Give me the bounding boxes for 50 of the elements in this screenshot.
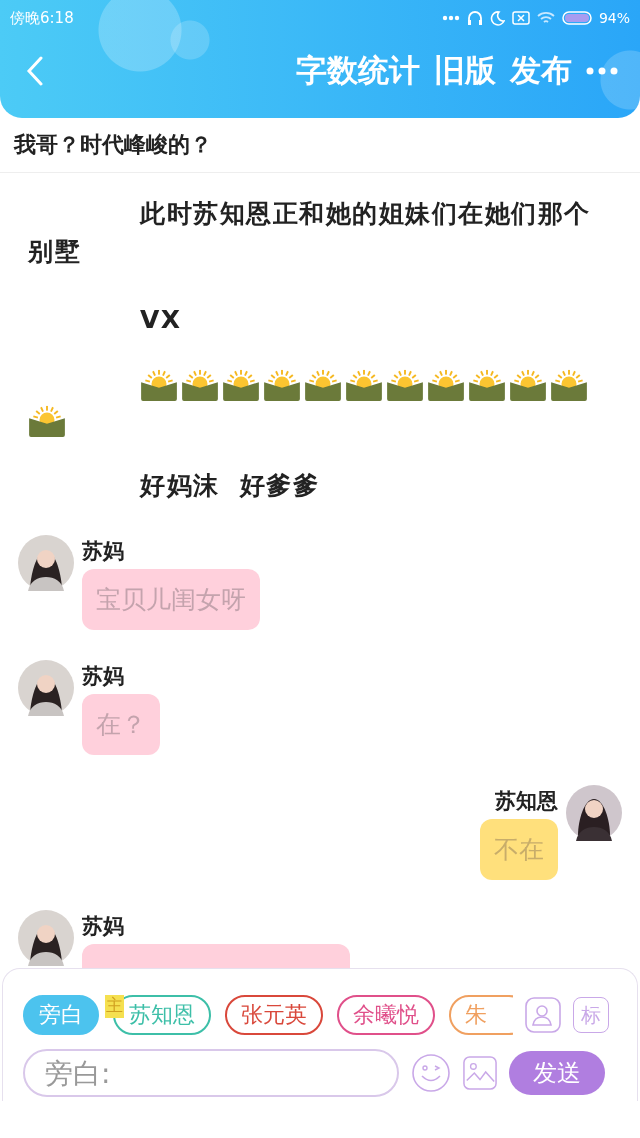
message-bubble: 宝贝儿闺女呀 [82,569,260,630]
sender-name: 苏妈 [82,913,124,940]
role-chip[interactable]: 旁白 [23,995,99,1035]
more-icon[interactable] [586,67,618,75]
avatar[interactable] [566,785,622,841]
sunrise-icon [386,369,424,401]
sim-x-icon [511,11,530,25]
sunrise-icon [304,369,342,401]
sender-name: 苏妈 [82,538,124,565]
sunrise-icon [550,369,588,401]
send-button[interactable]: 发送 [509,1051,605,1095]
sunrise-icon [263,369,301,401]
sunrise-icon [222,369,260,401]
sunrise-icon [181,369,219,401]
wifi-icon [536,11,555,25]
sender-name: 苏知恩 [495,788,558,815]
sunrise-icon [28,405,66,437]
avatar[interactable] [18,535,74,591]
narration-text: VX [139,304,183,336]
sunrise-icon [427,369,465,401]
sunrise-icon [468,369,506,401]
headphones-icon [466,10,483,26]
chapter-title: 我哥？时代峰峻的？ [0,118,640,173]
sunrise-icon [140,369,178,401]
moon-icon [489,10,505,26]
battery-percent: 94% [598,10,630,26]
more-dots-icon [441,15,460,21]
header-action[interactable]: 字数统计 [296,50,420,92]
sunrise-icon [345,369,383,401]
mark-button[interactable]: 标 [573,997,609,1033]
narration-text: 好妈沫 好爹爹 [138,470,321,502]
emoji-icon[interactable] [411,1053,451,1093]
role-chip[interactable]: 朱 [449,995,513,1035]
header-action[interactable]: 旧版 [434,50,496,92]
back-icon[interactable] [26,56,44,86]
input-field[interactable]: 旁白: [23,1049,399,1097]
sender-name: 苏妈 [82,663,124,690]
role-chip[interactable]: 张元英 [225,995,323,1035]
avatar[interactable] [18,910,74,966]
avatar[interactable] [18,660,74,716]
status-time: 傍晚6:18 [10,8,74,28]
role-chip[interactable]: 余曦悦 [337,995,435,1035]
header-action[interactable]: 发布 [510,50,572,92]
narration-text: 此时苏知恩正和她的姐妹们在她们那个别墅 [27,198,592,268]
image-icon[interactable] [463,1056,497,1090]
lead-tag: 主 [105,995,124,1018]
message-bubble: 在？ [82,694,160,755]
sunrise-icon [509,369,547,401]
contact-icon[interactable] [525,997,561,1033]
battery-icon [561,11,592,25]
